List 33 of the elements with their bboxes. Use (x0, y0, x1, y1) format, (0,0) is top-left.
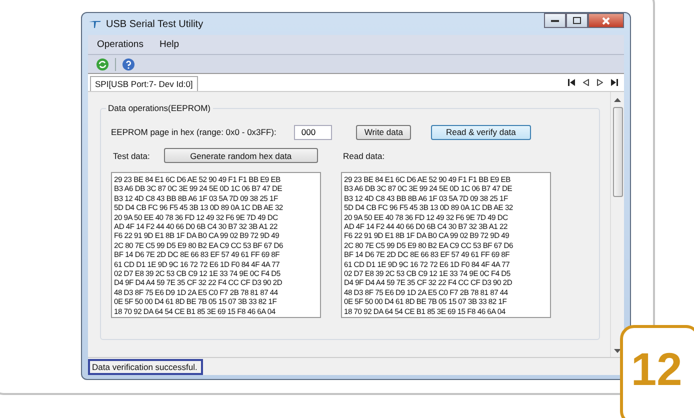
page-input-field[interactable]: 000 (294, 124, 332, 140)
read-data-label: Read data: (343, 150, 385, 160)
last-icon[interactable] (611, 79, 618, 86)
status-text: Data verification successful. (88, 358, 204, 374)
window-title: USB Serial Test Utility (106, 18, 204, 30)
text-area[interactable] (111, 172, 321, 318)
tab[interactable]: SPI[USB Port:7- Dev Id:0] (90, 76, 198, 91)
first-icon[interactable] (568, 79, 575, 86)
group-title: Data operations(EEPROM) (106, 103, 213, 113)
scroll-thumb[interactable] (612, 107, 622, 197)
previous-icon[interactable] (583, 79, 589, 86)
help-icon[interactable] (122, 58, 135, 70)
minimize-icon (551, 18, 559, 22)
text-area[interactable] (341, 172, 551, 318)
step-badge: 12 (620, 325, 694, 418)
app-icon (88, 19, 102, 29)
menu-item[interactable]: Help (159, 39, 180, 50)
page-label: EEPROM page in hex (range: 0x0 - 0x3FF): (111, 127, 276, 137)
minimize-button[interactable] (544, 13, 566, 28)
maximize-button[interactable] (566, 13, 588, 28)
generate-button[interactable]: Generate random hex data (164, 148, 318, 163)
scrollbar[interactable] (610, 92, 624, 357)
refresh-icon[interactable] (96, 58, 109, 70)
read-verify-button[interactable]: Read & verify data (430, 124, 531, 140)
scroll-up-icon[interactable] (614, 98, 621, 102)
close-button[interactable] (588, 13, 624, 28)
menu-item[interactable]: Operations (97, 39, 144, 50)
test-data-label: Test data: (113, 150, 150, 160)
next-icon[interactable] (597, 79, 603, 86)
close-icon (602, 16, 610, 24)
maximize-icon (573, 17, 581, 24)
write-button[interactable]: Write data (356, 124, 411, 140)
scroll-down-icon[interactable] (614, 349, 621, 353)
